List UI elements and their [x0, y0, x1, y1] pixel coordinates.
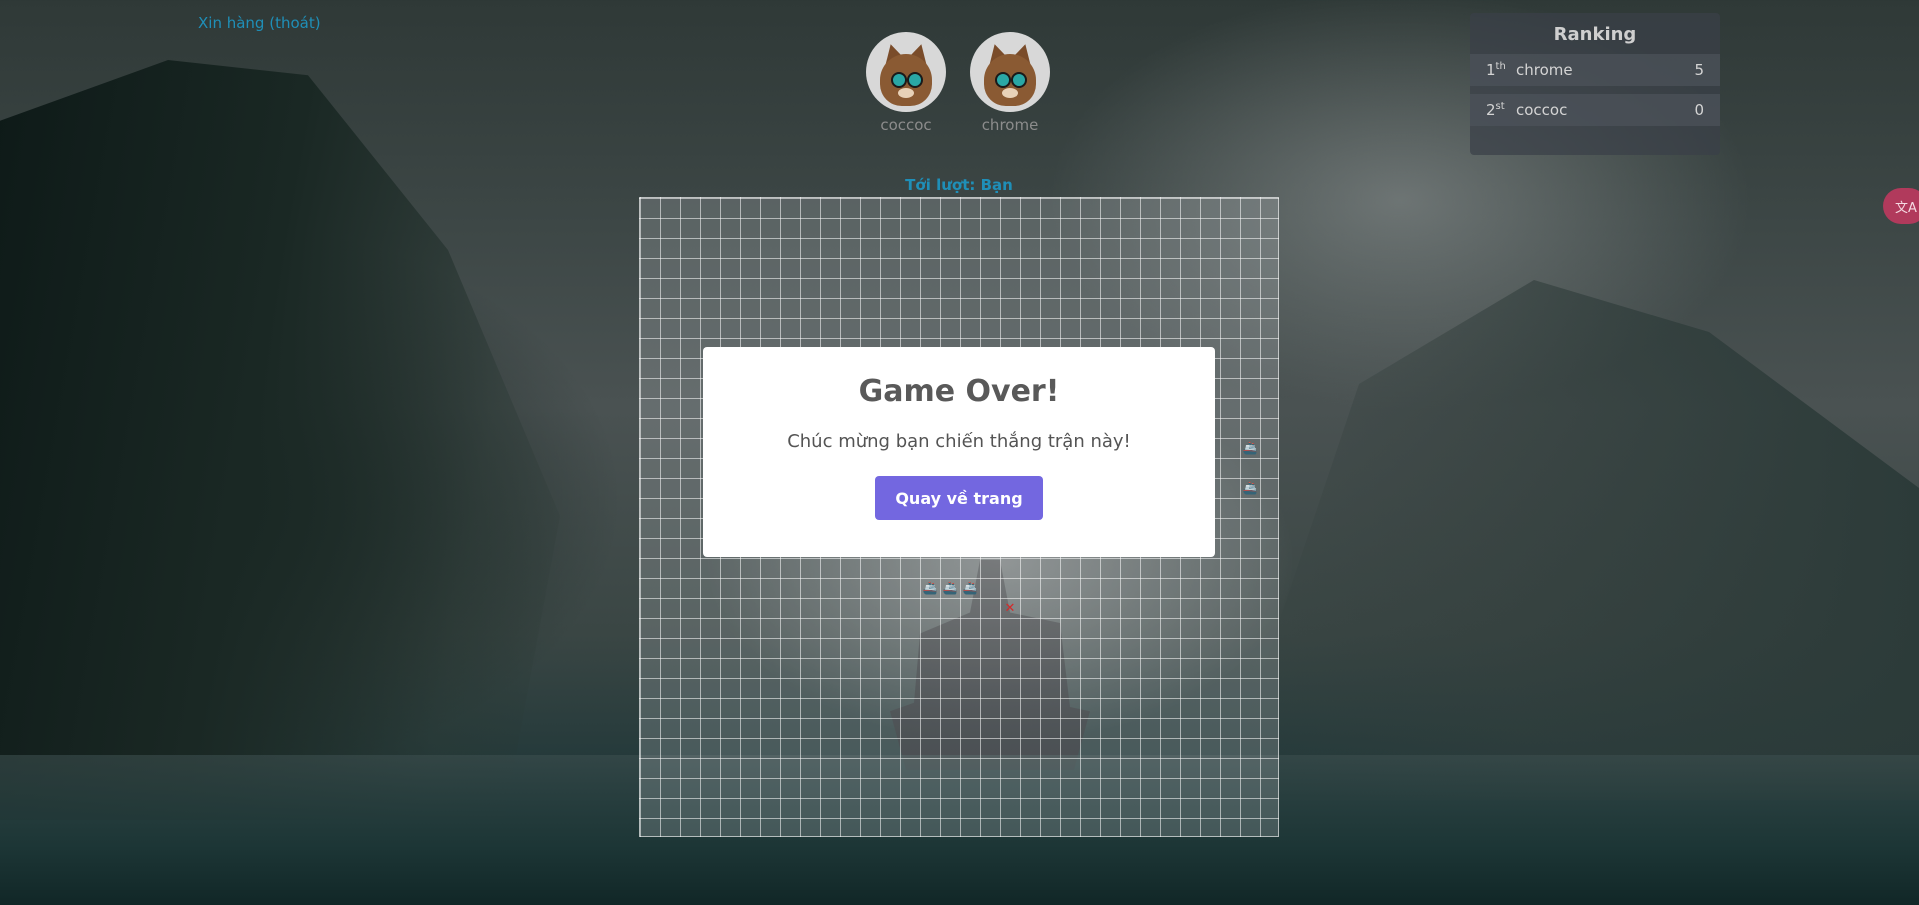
boat-icon: 🚢 — [1242, 481, 1258, 495]
player-1: coccoc — [866, 32, 946, 134]
boat-icon: 🚢 — [1242, 441, 1258, 455]
boat-icon: 🚢 — [942, 581, 958, 595]
ranking-row: 2st coccoc 0 — [1470, 94, 1720, 126]
boat-icon: 🚢 — [962, 581, 978, 595]
rank-position: 1th — [1486, 61, 1506, 79]
modal-message: Chúc mừng bạn chiến thắng trận này! — [787, 431, 1131, 452]
ranking-row: 1th chrome 5 — [1470, 54, 1720, 86]
translate-icon[interactable]: 文A — [1883, 188, 1919, 224]
hit-marker-icon: ✕ — [1004, 600, 1016, 616]
players-bar: coccoc chrome — [866, 32, 1050, 134]
back-to-home-button[interactable]: Quay về trang chủ — [875, 476, 1043, 552]
rank-score: 5 — [1694, 61, 1704, 79]
game-over-modal: Game Over! Chúc mừng bạn chiến thắng trậ… — [703, 347, 1215, 557]
turn-indicator: Tới lượt: Bạn — [905, 176, 1013, 194]
kitten-avatar-icon — [866, 32, 946, 112]
player-name: coccoc — [880, 116, 932, 134]
boat-icon: 🚢 — [922, 581, 938, 595]
player-2: chrome — [970, 32, 1050, 134]
background-cliff-right — [1219, 280, 1919, 800]
rank-position: 2st — [1486, 101, 1505, 119]
player-name: chrome — [981, 116, 1039, 134]
ranking-panel: Ranking 1th chrome 5 2st coccoc 0 — [1470, 13, 1720, 155]
rank-player-name: coccoc — [1516, 101, 1568, 119]
resign-link[interactable]: Xin hàng (thoát) — [198, 14, 321, 32]
background-cliff-left — [0, 60, 560, 820]
modal-title: Game Over! — [858, 374, 1060, 409]
rank-player-name: chrome — [1516, 61, 1573, 79]
ranking-title: Ranking — [1553, 24, 1637, 45]
rank-score: 0 — [1694, 101, 1704, 119]
translate-icon-glyph: 文A — [1895, 200, 1917, 216]
kitten-avatar-icon — [970, 32, 1050, 112]
